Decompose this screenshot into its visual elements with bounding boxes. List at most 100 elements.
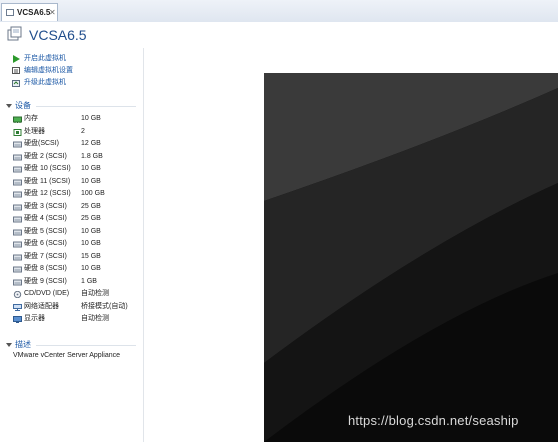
device-row-disk[interactable]: 硬盘 3 (SCSI) 25 GB — [13, 201, 138, 214]
hard-disk-icon — [13, 216, 22, 223]
device-value: 10 GB — [81, 240, 101, 247]
description-section-header[interactable]: 描述 — [6, 339, 136, 351]
hard-disk-icon — [13, 204, 22, 210]
watermark-text: https://blog.csdn.net/seaship — [348, 413, 519, 428]
device-value: 25 GB — [81, 202, 101, 210]
description-section-label: 描述 — [15, 340, 31, 349]
device-name: 硬盘 12 (SCSI) — [24, 190, 71, 197]
tab-vcsa[interactable]: VCSA6.5 ✕ — [1, 3, 58, 21]
device-value: 1.8 GB — [81, 152, 103, 160]
device-value: 10 GB — [81, 165, 101, 172]
device-name: 硬盘(SCSI) — [24, 140, 59, 147]
device-value: 10 GB — [81, 265, 101, 272]
page-title: VCSA6.5 — [29, 27, 87, 43]
hard-disk-icon — [13, 266, 22, 273]
device-name: 硬盘 10 (SCSI) — [24, 165, 71, 172]
memory-icon — [13, 116, 22, 123]
device-value: 1 GB — [81, 277, 97, 285]
hard-disk-icon — [13, 179, 22, 185]
display-icon — [13, 316, 22, 323]
vm-summary-panel: 开启此虚拟机 编辑虚拟机设置 升级此虚拟机 设备 内存 10 GB 处理器 2 … — [0, 48, 144, 442]
device-name: 硬盘 3 (SCSI) — [24, 202, 67, 210]
hard-disk-icon — [13, 254, 22, 260]
device-row-disk[interactable]: 硬盘 4 (SCSI) 25 GB — [13, 213, 138, 226]
virtual-machine-icon — [7, 26, 22, 41]
device-row-disk[interactable]: 硬盘(SCSI) 12 GB — [13, 138, 138, 151]
hard-disk-icon — [13, 154, 22, 160]
cd-dvd-icon — [13, 291, 22, 298]
close-icon[interactable]: ✕ — [49, 4, 56, 22]
device-value: 10 GB — [81, 227, 101, 235]
vm-tab-icon — [6, 9, 14, 16]
device-name: 硬盘 4 (SCSI) — [24, 215, 67, 222]
device-row-disk[interactable]: 硬盘 9 (SCSI) 1 GB — [13, 276, 138, 289]
device-row-cd-dvd[interactable]: CD/DVD (IDE) 自动检测 — [13, 288, 138, 301]
device-row-disk[interactable]: 硬盘 6 (SCSI) 10 GB — [13, 238, 138, 251]
device-row-disk[interactable]: 硬盘 7 (SCSI) 15 GB — [13, 251, 138, 264]
device-row-memory[interactable]: 内存 10 GB — [13, 113, 138, 126]
device-row-disk[interactable]: 硬盘 2 (SCSI) 1.8 GB — [13, 151, 138, 164]
vm-description: VMware vCenter Server Appliance — [13, 352, 120, 359]
device-row-disk[interactable]: 硬盘 10 (SCSI) 10 GB — [13, 163, 138, 176]
device-name: 硬盘 5 (SCSI) — [24, 227, 67, 235]
action-label: 开启此虚拟机 — [24, 55, 66, 62]
device-name: 硬盘 2 (SCSI) — [24, 152, 67, 160]
play-icon — [13, 55, 20, 63]
hard-disk-icon — [13, 141, 22, 148]
action-label: 编辑虚拟机设置 — [24, 67, 73, 74]
tab-strip: VCSA6.5 ✕ — [0, 0, 558, 23]
hard-disk-icon — [13, 241, 22, 248]
section-divider — [36, 345, 136, 346]
device-value: 10 GB — [81, 177, 101, 185]
device-row-disk[interactable]: 硬盘 8 (SCSI) 10 GB — [13, 263, 138, 276]
collapse-triangle-icon — [6, 342, 12, 347]
device-name: 硬盘 8 (SCSI) — [24, 265, 67, 272]
device-row-disk[interactable]: 硬盘 5 (SCSI) 10 GB — [13, 226, 138, 239]
device-name: 硬盘 11 (SCSI) — [24, 177, 71, 185]
device-name: 内存 — [24, 115, 38, 122]
device-row-disk[interactable]: 硬盘 12 (SCSI) 100 GB — [13, 188, 138, 201]
device-list: 内存 10 GB 处理器 2 硬盘(SCSI) 12 GB 硬盘 2 (SCSI… — [13, 113, 138, 326]
section-divider — [36, 106, 136, 107]
upgrade-link[interactable]: 升级此虚拟机 — [12, 77, 73, 89]
network-adapter-icon — [13, 303, 22, 311]
device-value: 15 GB — [81, 252, 101, 260]
device-value: 2 — [81, 127, 85, 135]
console-area — [144, 48, 558, 442]
device-row-display[interactable]: 显示器 自动检测 — [13, 313, 138, 326]
device-row-processor[interactable]: 处理器 2 — [13, 126, 138, 139]
device-row-disk[interactable]: 硬盘 11 (SCSI) 10 GB — [13, 176, 138, 189]
device-value: 自动检测 — [81, 315, 109, 322]
device-name: 硬盘 9 (SCSI) — [24, 277, 67, 285]
device-name: 硬盘 6 (SCSI) — [24, 240, 67, 247]
device-name: CD/DVD (IDE) — [24, 290, 70, 297]
device-value: 12 GB — [81, 140, 101, 147]
device-name: 网络适配器 — [24, 302, 59, 310]
upgrade-icon — [12, 80, 20, 87]
device-value: 25 GB — [81, 215, 101, 222]
device-value: 10 GB — [81, 115, 101, 122]
hard-disk-icon — [13, 279, 22, 285]
processor-icon — [13, 128, 22, 136]
devices-section-label: 设备 — [15, 101, 31, 110]
vm-header: VCSA6.5 — [0, 22, 558, 49]
device-name: 处理器 — [24, 127, 45, 135]
console-preview[interactable] — [264, 73, 558, 442]
power-on-link[interactable]: 开启此虚拟机 — [12, 53, 73, 65]
hard-disk-icon — [13, 229, 22, 235]
collapse-triangle-icon — [6, 103, 12, 108]
edit-settings-icon — [12, 67, 20, 74]
action-list: 开启此虚拟机 编辑虚拟机设置 升级此虚拟机 — [12, 53, 73, 89]
device-value: 100 GB — [81, 190, 105, 197]
device-value: 自动检测 — [81, 290, 109, 297]
action-label: 升级此虚拟机 — [24, 79, 66, 86]
hard-disk-icon — [13, 166, 22, 173]
tab-label: VCSA6.5 — [17, 8, 51, 17]
devices-section-header[interactable]: 设备 — [6, 100, 136, 112]
edit-settings-link[interactable]: 编辑虚拟机设置 — [12, 65, 73, 77]
device-value: 桥接模式(自动) — [81, 302, 128, 310]
device-row-network[interactable]: 网络适配器 桥接模式(自动) — [13, 301, 138, 314]
device-name: 硬盘 7 (SCSI) — [24, 252, 67, 260]
device-name: 显示器 — [24, 315, 45, 322]
hard-disk-icon — [13, 191, 22, 198]
